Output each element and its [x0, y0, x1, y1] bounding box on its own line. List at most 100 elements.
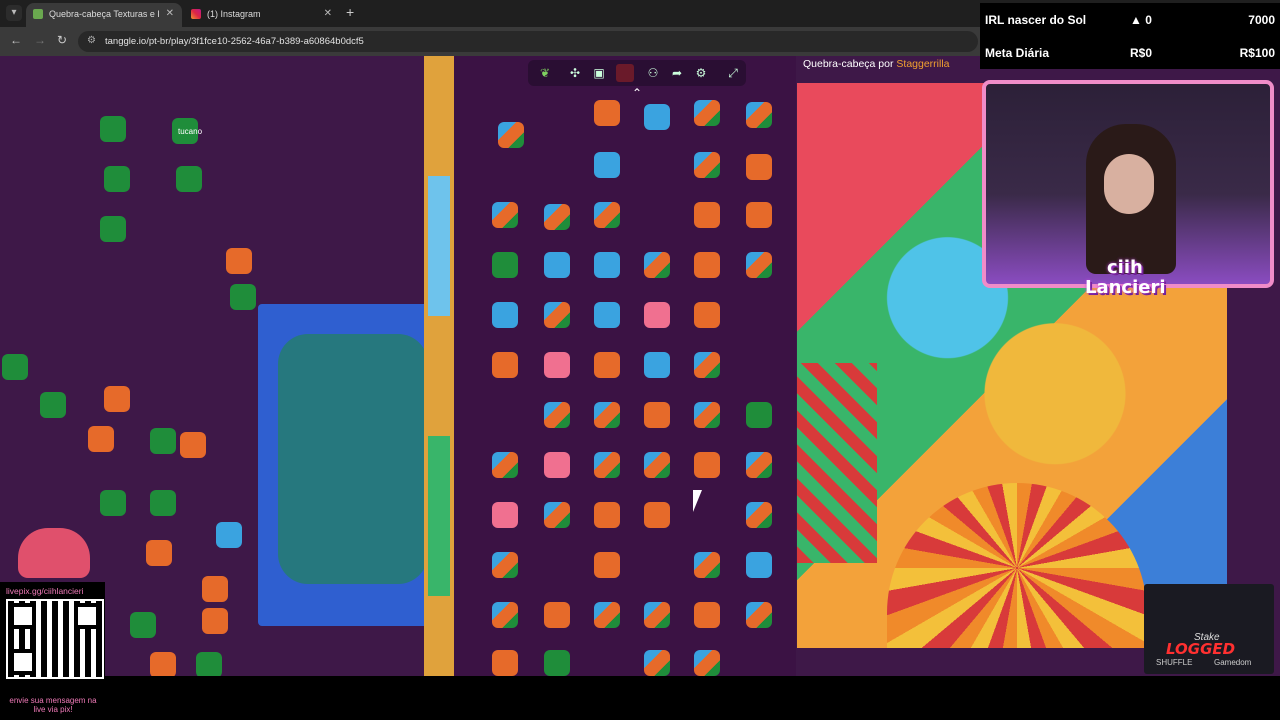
puzzle-piece[interactable]	[694, 552, 720, 578]
puzzle-piece[interactable]	[2, 354, 28, 380]
puzzle-piece[interactable]	[150, 490, 176, 516]
puzzle-piece[interactable]	[150, 428, 176, 454]
piece-tray[interactable]	[454, 56, 796, 676]
puzzle-piece[interactable]	[644, 402, 670, 428]
puzzle-piece[interactable]	[594, 552, 620, 578]
close-icon[interactable]: ✕	[166, 3, 174, 25]
puzzle-piece[interactable]	[100, 116, 126, 142]
puzzle-piece[interactable]	[100, 490, 126, 516]
puzzle-piece[interactable]	[100, 216, 126, 242]
forward-icon[interactable]: →	[34, 33, 46, 47]
back-icon[interactable]: ←	[10, 33, 22, 47]
image-icon[interactable]: ▣	[590, 64, 608, 82]
fullscreen-icon[interactable]: ⤢	[724, 64, 742, 82]
puzzle-piece[interactable]	[544, 602, 570, 628]
puzzle-piece[interactable]	[694, 602, 720, 628]
puzzle-piece[interactable]	[544, 252, 570, 278]
puzzle-piece[interactable]	[594, 152, 620, 178]
puzzle-piece[interactable]	[196, 652, 222, 676]
puzzle-piece[interactable]	[492, 252, 518, 278]
close-icon[interactable]: ✕	[324, 3, 332, 25]
reference-author[interactable]: Staggerrilla	[896, 58, 949, 70]
puzzle-piece[interactable]	[544, 452, 570, 478]
tab-puzzle[interactable]: Quebra-cabeça Texturas e P ✕	[26, 3, 182, 27]
puzzle-piece[interactable]	[746, 202, 772, 228]
puzzle-piece[interactable]	[694, 202, 720, 228]
puzzle-piece[interactable]	[104, 166, 130, 192]
address-bar[interactable]: ⚙ tanggle.io/pt-br/play/3f1fce10-2562-46…	[78, 31, 978, 52]
puzzle-piece[interactable]	[746, 154, 772, 180]
puzzle-piece[interactable]	[492, 602, 518, 628]
puzzle-piece[interactable]	[180, 432, 206, 458]
puzzle-piece[interactable]	[594, 452, 620, 478]
tab-scroll-icon[interactable]: ▾	[6, 5, 22, 21]
puzzle-piece[interactable]	[594, 352, 620, 378]
puzzle-piece[interactable]	[492, 302, 518, 328]
puzzle-piece[interactable]	[644, 602, 670, 628]
puzzle-piece[interactable]	[226, 248, 252, 274]
puzzle-piece[interactable]	[644, 502, 670, 528]
leaf-icon[interactable]: ❦	[536, 64, 554, 82]
puzzle-piece[interactable]	[230, 284, 256, 310]
puzzle-piece[interactable]	[694, 302, 720, 328]
puzzle-piece[interactable]	[492, 552, 518, 578]
puzzle-piece[interactable]	[746, 602, 772, 628]
puzzle-piece[interactable]	[544, 502, 570, 528]
puzzle-piece[interactable]	[498, 122, 524, 148]
tab-instagram[interactable]: (1) Instagram ✕	[184, 3, 340, 27]
puzzle-piece[interactable]	[492, 202, 518, 228]
puzzle-piece[interactable]	[544, 204, 570, 230]
puzzle-piece[interactable]	[644, 352, 670, 378]
puzzle-piece[interactable]	[544, 302, 570, 328]
puzzle-piece[interactable]	[594, 100, 620, 126]
puzzle-piece[interactable]	[594, 252, 620, 278]
puzzle-piece[interactable]	[176, 166, 202, 192]
assembled-edge-strip[interactable]	[424, 56, 454, 676]
puzzle-piece[interactable]	[644, 452, 670, 478]
puzzle-piece[interactable]	[544, 402, 570, 428]
share-icon[interactable]: ➦	[668, 64, 686, 82]
puzzle-piece[interactable]	[594, 602, 620, 628]
puzzle-piece[interactable]	[694, 152, 720, 178]
puzzle-piece[interactable]	[594, 502, 620, 528]
site-info-icon[interactable]: ⚙	[87, 35, 96, 46]
puzzle-piece[interactable]	[594, 402, 620, 428]
puzzle-piece[interactable]	[644, 302, 670, 328]
puzzle-piece[interactable]	[694, 452, 720, 478]
puzzle-piece[interactable]	[746, 252, 772, 278]
puzzle-piece[interactable]	[644, 252, 670, 278]
puzzle-icon[interactable]: ✣	[566, 64, 584, 82]
puzzle-piece[interactable]	[644, 650, 670, 676]
puzzle-piece[interactable]	[694, 252, 720, 278]
chevron-up-icon[interactable]: ⌃	[632, 86, 642, 100]
color-icon[interactable]	[616, 64, 634, 82]
puzzle-piece[interactable]	[492, 650, 518, 676]
puzzle-piece[interactable]	[694, 402, 720, 428]
puzzle-piece[interactable]	[88, 426, 114, 452]
puzzle-piece[interactable]	[746, 552, 772, 578]
puzzle-piece[interactable]	[146, 540, 172, 566]
puzzle-piece[interactable]	[694, 650, 720, 676]
puzzle-piece[interactable]	[130, 612, 156, 638]
puzzle-piece[interactable]	[40, 392, 66, 418]
puzzle-piece[interactable]	[104, 386, 130, 412]
puzzle-piece[interactable]	[492, 502, 518, 528]
puzzle-piece[interactable]	[492, 452, 518, 478]
puzzle-piece[interactable]	[746, 452, 772, 478]
puzzle-piece[interactable]	[694, 352, 720, 378]
puzzle-piece[interactable]	[150, 652, 176, 676]
puzzle-piece[interactable]	[544, 352, 570, 378]
puzzle-piece[interactable]	[746, 102, 772, 128]
puzzle-piece[interactable]	[594, 202, 620, 228]
puzzle-piece[interactable]	[202, 576, 228, 602]
plus-icon[interactable]: +	[346, 4, 354, 20]
puzzle-piece[interactable]	[746, 502, 772, 528]
puzzle-piece[interactable]	[694, 100, 720, 126]
puzzle-piece[interactable]	[492, 352, 518, 378]
puzzle-piece[interactable]	[644, 104, 670, 130]
puzzle-piece[interactable]	[216, 522, 242, 548]
puzzle-piece[interactable]	[594, 302, 620, 328]
players-icon[interactable]: ⚇	[644, 64, 662, 82]
reload-icon[interactable]: ↻	[57, 33, 67, 47]
puzzle-piece[interactable]	[544, 650, 570, 676]
